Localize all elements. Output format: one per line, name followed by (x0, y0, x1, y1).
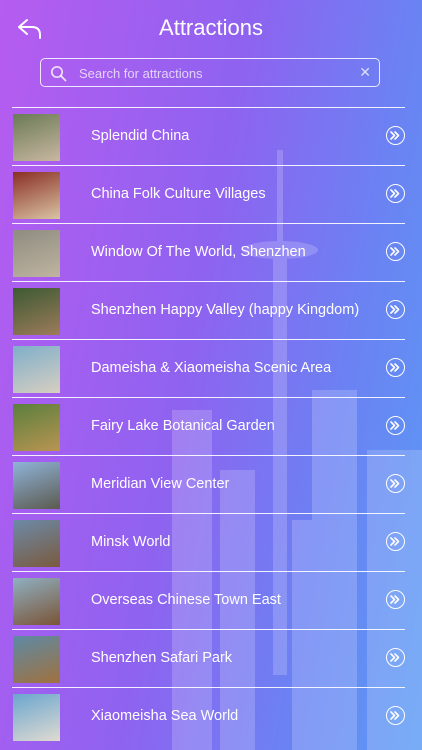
chevron-right-circle-icon[interactable] (386, 184, 405, 203)
attraction-name: Shenzhen Happy Valley (happy Kingdom) (91, 302, 360, 318)
attraction-name: Dameisha & Xiaomeisha Scenic Area (91, 360, 332, 376)
attractions-list: Splendid China China Folk Culture Village… (12, 107, 405, 745)
list-item[interactable]: Meridian View Center (12, 455, 405, 513)
list-item[interactable]: Minsk World (12, 513, 405, 571)
chevron-right-circle-icon[interactable] (386, 126, 405, 145)
page-title: Attractions (159, 15, 263, 40)
clear-search-icon[interactable]: ✕ (359, 64, 371, 81)
list-item[interactable]: Shenzhen Happy Valley (happy Kingdom) (12, 281, 405, 339)
attraction-thumbnail (13, 114, 60, 161)
attraction-thumbnail (13, 346, 60, 393)
attraction-thumbnail (13, 636, 60, 683)
list-item[interactable]: Window Of The World, Shenzhen (12, 223, 405, 281)
attraction-name: Shenzhen Safari Park (91, 650, 233, 666)
list-item[interactable]: Shenzhen Safari Park (12, 629, 405, 687)
chevron-right-circle-icon[interactable] (386, 300, 405, 319)
list-item[interactable]: China Folk Culture Villages (12, 165, 405, 223)
list-item[interactable]: Overseas Chinese Town East (12, 571, 405, 629)
search-bar[interactable]: ✕ (40, 58, 380, 87)
header: Attractions (0, 0, 422, 58)
chevron-right-circle-icon[interactable] (386, 358, 405, 377)
attraction-thumbnail (13, 462, 60, 509)
attraction-thumbnail (13, 578, 60, 625)
search-input[interactable] (77, 62, 351, 85)
attraction-name: Overseas Chinese Town East (91, 592, 281, 608)
attraction-name: Splendid China (91, 128, 190, 144)
attraction-thumbnail (13, 694, 60, 741)
chevron-right-circle-icon[interactable] (386, 242, 405, 261)
attraction-thumbnail (13, 288, 60, 335)
chevron-right-circle-icon[interactable] (386, 706, 405, 725)
chevron-right-circle-icon[interactable] (386, 474, 405, 493)
list-item[interactable]: Splendid China (12, 107, 405, 165)
list-item[interactable]: Fairy Lake Botanical Garden (12, 397, 405, 455)
attraction-name: Fairy Lake Botanical Garden (91, 418, 275, 434)
attraction-thumbnail (13, 172, 60, 219)
search-icon (50, 65, 67, 82)
chevron-right-circle-icon[interactable] (386, 416, 405, 435)
attraction-name: China Folk Culture Villages (91, 186, 266, 202)
chevron-right-circle-icon[interactable] (386, 648, 405, 667)
attraction-name: Minsk World (91, 534, 171, 550)
attraction-name: Window Of The World, Shenzhen (91, 244, 306, 260)
attraction-name: Meridian View Center (91, 476, 230, 492)
list-item[interactable]: Dameisha & Xiaomeisha Scenic Area (12, 339, 405, 397)
attraction-thumbnail (13, 520, 60, 567)
attraction-thumbnail (13, 230, 60, 277)
chevron-right-circle-icon[interactable] (386, 590, 405, 609)
attraction-thumbnail (13, 404, 60, 451)
list-item[interactable]: Xiaomeisha Sea World (12, 687, 405, 745)
attraction-name: Xiaomeisha Sea World (91, 708, 239, 724)
chevron-right-circle-icon[interactable] (386, 532, 405, 551)
